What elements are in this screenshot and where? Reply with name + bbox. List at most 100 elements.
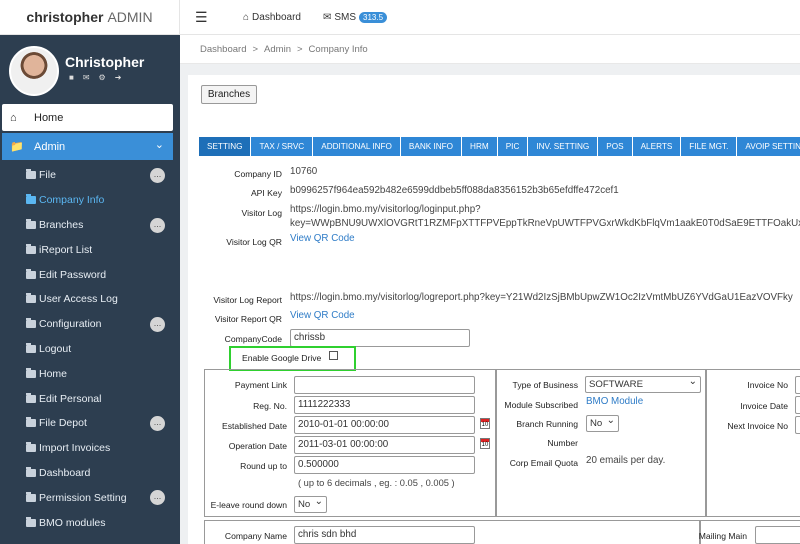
tab-tax-srvc[interactable]: TAX / SRVC	[250, 137, 312, 156]
sidebar-item-label: Configuration	[39, 318, 102, 331]
sidebar-item-label: Import Invoices	[39, 442, 111, 455]
brand-logo[interactable]: christopher ADMIN	[0, 0, 180, 35]
branch-running-select[interactable]: No	[586, 413, 619, 432]
admin-submenu: File... Company Info Branches... iReport Li…	[0, 163, 180, 535]
sms-count-badge: 313.5	[359, 11, 388, 23]
payment-link-input[interactable]	[294, 376, 475, 394]
sidebar-item-dashboard[interactable]: Dashboard	[0, 461, 180, 486]
folder-icon	[26, 516, 36, 527]
established-date-input[interactable]: 2010-01-01 00:00:00	[294, 416, 475, 434]
avatar[interactable]	[9, 46, 59, 96]
topbar-dashboard-label: Dashboard	[252, 11, 301, 23]
visitor-log-url-line1: https://login.bmo.my/visitorlog/loginput…	[290, 204, 481, 215]
tab-additional-info[interactable]: ADDITIONAL INFO	[312, 137, 400, 156]
folder-icon	[26, 293, 36, 304]
round-up-hint: ( up to 6 decimals , eg. : 0.05 , 0.005 …	[298, 478, 455, 488]
breadcrumb-admin[interactable]: Admin	[264, 44, 291, 55]
operation-date-input[interactable]: 2011-03-01 00:00:00	[294, 436, 475, 454]
sidebar-item-file[interactable]: File...	[0, 163, 180, 188]
user-profile: Christopher ■ ✉ ⚙ ➜	[0, 35, 180, 100]
sidebar: Christopher ■ ✉ ⚙ ➜ ⌂ Home 📁 Admin ⌄ Fil…	[0, 35, 180, 544]
nav-home[interactable]: ⌂ Home	[2, 104, 173, 131]
number-label: Number	[547, 438, 578, 448]
sidebar-item-configuration[interactable]: Configuration...	[0, 312, 180, 337]
visitor-log-label: Visitor Log	[241, 208, 282, 218]
sidebar-item-user-access-log[interactable]: User Access Log	[0, 287, 180, 312]
nav-admin[interactable]: 📁 Admin ⌄	[2, 133, 173, 160]
sidebar-item-import-invoices[interactable]: Import Invoices	[0, 436, 180, 461]
breadcrumb: Dashboard > Admin > Company Info	[180, 35, 800, 64]
reg-no-label: Reg. No.	[253, 401, 287, 411]
expand-dots-icon[interactable]: ...	[150, 415, 165, 431]
branches-button[interactable]: Branches	[201, 85, 257, 104]
tab-pos[interactable]: POS	[597, 137, 631, 156]
sidebar-item-bmo-modules[interactable]: BMO modules	[0, 510, 180, 535]
tab-pic[interactable]: PIC	[496, 137, 528, 156]
folder-icon	[26, 367, 36, 378]
expand-dots-icon[interactable]: ...	[150, 490, 165, 506]
next-invoice-input[interactable]	[795, 416, 800, 434]
folder-icon	[26, 491, 36, 502]
breadcrumb-dashboard[interactable]: Dashboard	[200, 44, 246, 55]
tab-hrm[interactable]: HRM	[461, 137, 497, 156]
chevron-down-icon: ⌄	[154, 139, 164, 151]
breadcrumb-separator: >	[252, 43, 259, 55]
business-type-select[interactable]: SOFTWARE	[585, 374, 701, 393]
round-up-input[interactable]: 0.500000	[294, 456, 475, 474]
right-form-panel	[706, 369, 800, 517]
sidebar-item-label: Home	[39, 367, 68, 380]
api-key-label: API Key	[250, 188, 282, 198]
tab-bank-info[interactable]: BANK INFO	[399, 137, 461, 156]
expand-dots-icon[interactable]: ...	[150, 217, 165, 233]
sidebar-item-branches[interactable]: Branches...	[0, 213, 180, 238]
sidebar-item-label: Logout	[39, 342, 72, 355]
sidebar-item-label: Edit Personal	[39, 392, 102, 405]
sidebar-item-logout[interactable]: Logout	[0, 337, 180, 362]
tab-file-mgt[interactable]: FILE MGT.	[680, 137, 736, 156]
breadcrumb-company-info: Company Info	[308, 43, 368, 55]
expand-dots-icon[interactable]: ...	[150, 316, 165, 332]
sidebar-item-edit-personal[interactable]: Edit Personal	[0, 386, 180, 411]
sidebar-item-home[interactable]: Home	[0, 361, 180, 386]
visitor-report-url: https://login.bmo.my/visitorlog/logrepor…	[290, 292, 793, 303]
mailing-label: Mailing Main	[698, 531, 747, 541]
mailing-input[interactable]	[755, 526, 800, 544]
topbar-dashboard-link[interactable]: ⌂ Dashboard	[243, 12, 301, 23]
google-drive-checkbox[interactable]	[329, 351, 338, 360]
operation-date-label: Operation Date	[228, 441, 287, 451]
invoice-no-label: Invoice No	[747, 380, 788, 390]
company-code-input[interactable]: chrissb	[290, 329, 470, 347]
folder-icon	[26, 194, 36, 205]
mail-icon[interactable]: ✉	[83, 73, 90, 82]
menu-toggle-icon[interactable]: ☰	[195, 9, 215, 26]
email-quota-value: 20 emails per day.	[586, 455, 666, 466]
calendar-icon[interactable]: 10	[480, 418, 490, 429]
tab-alerts[interactable]: ALERTS	[631, 137, 681, 156]
calendar-icon[interactable]: 10	[480, 438, 490, 449]
sidebar-item-ireport-list[interactable]: iReport List	[0, 237, 180, 262]
logout-icon[interactable]: ➜	[115, 73, 122, 82]
eleave-select[interactable]: No	[294, 494, 327, 513]
invoice-no-input[interactable]	[795, 376, 800, 394]
nav-home-label: Home	[34, 111, 64, 124]
reg-no-input[interactable]: 1111222333	[294, 396, 475, 414]
expand-dots-icon[interactable]: ...	[150, 168, 165, 183]
gear-icon[interactable]: ⚙	[99, 73, 106, 82]
top-bar: ☰ ⌂ Dashboard ✉ SMS 313.5	[180, 0, 800, 35]
sidebar-item-edit-password[interactable]: Edit Password	[0, 262, 180, 287]
tab-avoip-setting[interactable]: AVOIP SETTING	[736, 137, 800, 156]
report-qr-link[interactable]: View QR Code	[290, 310, 355, 321]
nav-admin-label: Admin	[34, 140, 66, 153]
visitor-qr-link[interactable]: View QR Code	[290, 233, 355, 244]
visitor-report-label: Visitor Log Report	[213, 295, 282, 305]
tab-inv-setting[interactable]: INV. SETTING	[527, 137, 597, 156]
sidebar-item-permission-setting[interactable]: Permission Setting...	[0, 485, 180, 510]
module-link[interactable]: BMO Module	[586, 396, 643, 407]
topbar-sms-link[interactable]: ✉ SMS 313.5	[323, 11, 388, 23]
company-name-input[interactable]: chris sdn bhd	[294, 526, 475, 544]
tab-setting[interactable]: SETTING	[199, 137, 251, 156]
sidebar-item-file-depot[interactable]: File Depot...	[0, 411, 180, 436]
sidebar-item-company-info[interactable]: Company Info	[0, 188, 180, 213]
user-icon[interactable]: ■	[69, 73, 74, 82]
invoice-date-input[interactable]	[795, 396, 800, 414]
